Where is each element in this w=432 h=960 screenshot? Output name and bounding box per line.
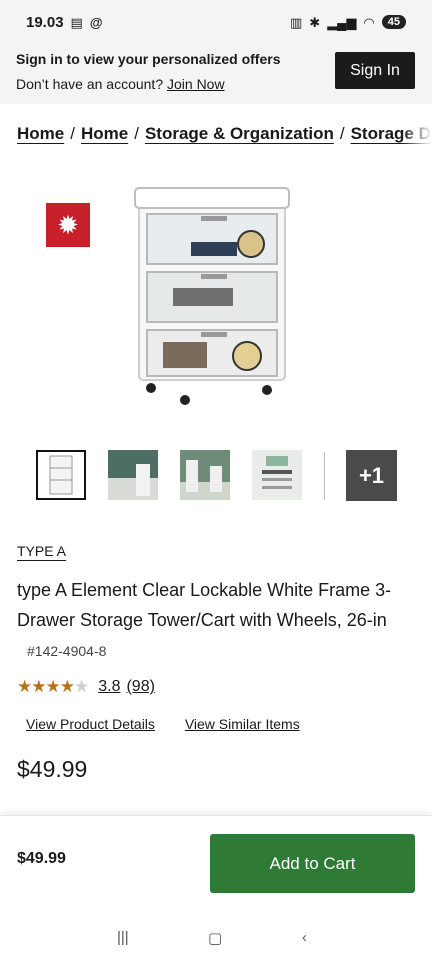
recents-icon[interactable]: ||| bbox=[117, 929, 129, 946]
breadcrumb-fade bbox=[402, 124, 432, 144]
thumbnail-4[interactable] bbox=[252, 450, 302, 500]
canada-maple-leaf-icon: ✹ bbox=[46, 203, 90, 247]
breadcrumb-storage-organization[interactable]: Storage & Organization bbox=[145, 124, 334, 143]
star-rating-icon: ★★★★★ bbox=[17, 677, 89, 696]
breadcrumb-home-2[interactable]: Home bbox=[81, 124, 128, 143]
sticky-cart-bar: $49.99 Add to Cart bbox=[0, 815, 432, 916]
view-similar-items-link[interactable]: View Similar Items bbox=[185, 716, 300, 732]
thumbnail-package-image bbox=[252, 450, 302, 500]
breadcrumb-separator: / bbox=[70, 124, 75, 143]
nfc-icon: ▥ bbox=[289, 14, 303, 30]
thumbnail-cart-image bbox=[49, 455, 73, 495]
product-links: View Product Details View Similar Items bbox=[26, 716, 326, 732]
rating-row[interactable]: ★★★★★ 3.8 (98) bbox=[17, 677, 155, 697]
threads-icon: @ bbox=[89, 14, 103, 30]
sticky-price: $49.99 bbox=[17, 850, 66, 867]
status-bar: 19.03 ▤ @ ▥ ✱ ▂▄▆ ◠ 45 bbox=[0, 0, 432, 44]
more-thumbnails-button[interactable]: +1 bbox=[346, 450, 397, 501]
breadcrumb-home-1[interactable]: Home bbox=[17, 124, 64, 143]
thumbnail-divider bbox=[324, 452, 325, 500]
thumbnail-3[interactable] bbox=[180, 450, 230, 500]
add-to-cart-button[interactable]: Add to Cart bbox=[210, 834, 415, 893]
product-image[interactable] bbox=[133, 180, 293, 410]
battery-indicator: 45 bbox=[381, 15, 406, 29]
status-time: 19.03 bbox=[26, 13, 64, 31]
signal-icon: ▂▄▆ bbox=[327, 14, 357, 30]
back-icon[interactable]: ‹ bbox=[302, 929, 307, 946]
breadcrumb: Home / Home / Storage & Organization / Storage… bbox=[17, 124, 432, 144]
thumbnail-room-image bbox=[108, 450, 158, 500]
signin-banner: Sign in to view your personalized offers… bbox=[0, 44, 432, 104]
bluetooth-icon: ✱ bbox=[309, 14, 321, 30]
breadcrumb-separator: / bbox=[134, 124, 139, 143]
wifi-icon: ◠ bbox=[363, 14, 375, 30]
thumbnail-2[interactable] bbox=[108, 450, 158, 500]
sign-in-button[interactable]: Sign In bbox=[335, 52, 415, 89]
thumbnail-strip: +1 bbox=[36, 450, 406, 502]
brand-link[interactable]: TYPE A bbox=[17, 543, 66, 559]
thumbnail-shelf-image bbox=[180, 450, 230, 500]
rating-value[interactable]: 3.8 bbox=[98, 678, 120, 696]
review-count[interactable]: (98) bbox=[126, 678, 154, 696]
signin-prompt: Don’t have an account? bbox=[16, 76, 164, 92]
view-product-details-link[interactable]: View Product Details bbox=[26, 716, 155, 732]
product-title-block: type A Element Clear Lockable White Fram… bbox=[17, 575, 417, 666]
thumbnail-1[interactable] bbox=[36, 450, 86, 500]
product-title: type A Element Clear Lockable White Fram… bbox=[17, 580, 392, 630]
product-sku: #142-4904-8 bbox=[27, 643, 107, 659]
home-icon[interactable]: ▢ bbox=[208, 929, 222, 947]
product-price: $49.99 bbox=[17, 756, 88, 782]
stack-icon: ▤ bbox=[70, 14, 83, 30]
join-now-link[interactable]: Join Now bbox=[167, 76, 225, 92]
system-nav-bar: ||| ▢ ‹ bbox=[0, 915, 432, 960]
breadcrumb-separator: / bbox=[339, 124, 345, 143]
